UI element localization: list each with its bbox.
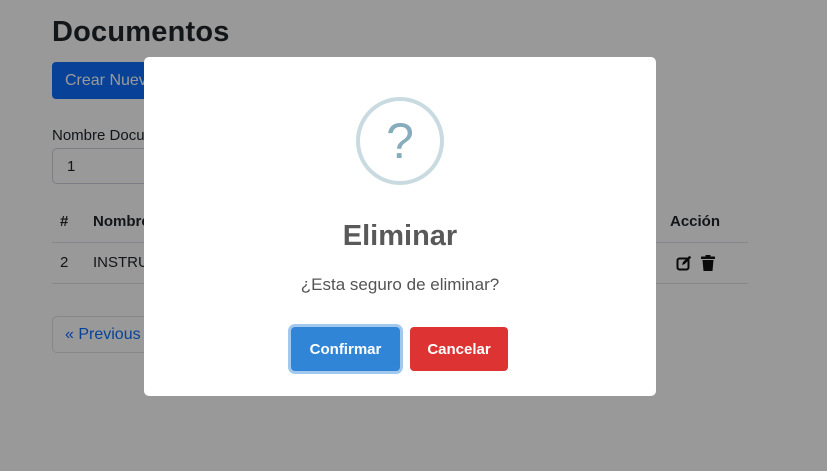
dialog-title: Eliminar xyxy=(342,220,458,252)
cancel-button[interactable]: Cancelar xyxy=(410,327,508,371)
confirm-delete-dialog: ? Eliminar ¿Esta seguro de eliminar? Con… xyxy=(144,57,656,396)
question-icon: ? xyxy=(356,97,444,185)
confirm-button[interactable]: Confirmar xyxy=(291,327,400,371)
dialog-message: ¿Esta seguro de eliminar? xyxy=(300,275,500,294)
